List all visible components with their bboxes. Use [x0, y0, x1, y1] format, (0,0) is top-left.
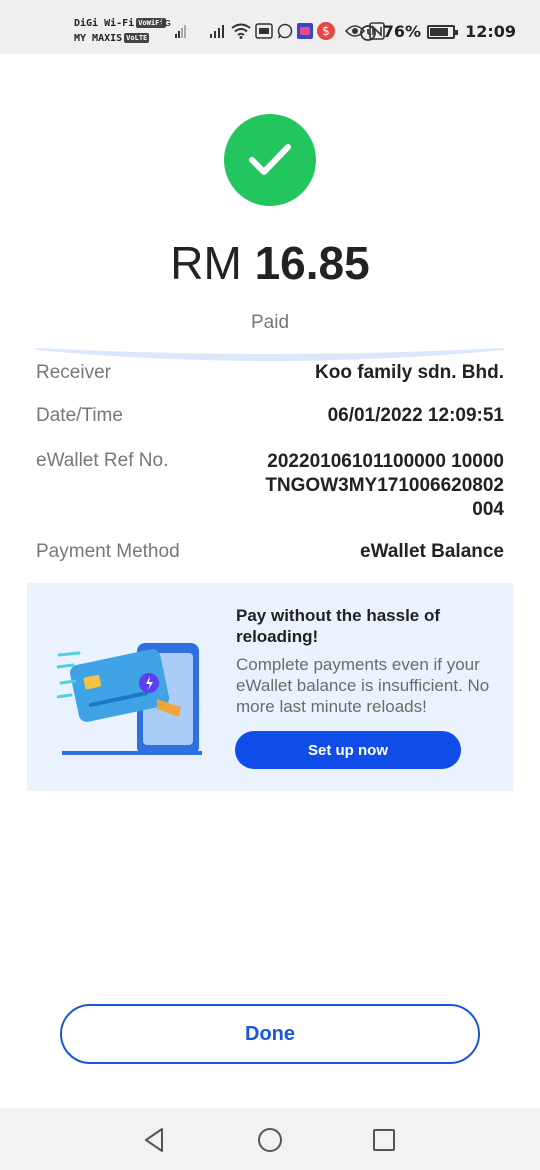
promo-description: Complete payments even if your eWallet b…	[236, 655, 490, 716]
datetime-value: 06/01/2022 12:09:51	[327, 405, 504, 426]
currency: RM	[170, 237, 242, 289]
carrier-info: DiGi Wi-Fi VoWiFi MY MAXIS VoLTE	[74, 16, 166, 46]
svg-text:$: $	[322, 24, 330, 38]
amount-value: 16.85	[254, 237, 370, 289]
method-label: Payment Method	[36, 541, 180, 562]
signal-icon-2	[209, 25, 224, 38]
datetime-label: Date/Time	[36, 405, 123, 426]
ref-row: eWallet Ref No. 20220106101100000 10000T…	[36, 450, 504, 522]
carrier1-name: DiGi Wi-Fi	[74, 18, 135, 29]
home-nav-icon[interactable]	[256, 1126, 284, 1154]
payment-amount: RM 16.85	[0, 236, 540, 290]
ref-value: 20220106101100000 10000TNGOW3MY171006620…	[265, 451, 504, 520]
promo-banner: Pay without the hassle of reloading! Com…	[27, 583, 513, 791]
battery-icon	[427, 24, 459, 39]
back-nav-icon[interactable]	[140, 1126, 168, 1154]
receiver-label: Receiver	[36, 362, 111, 383]
dollar-app-icon: $	[316, 22, 335, 40]
alarm-icon	[359, 24, 376, 41]
card-phone-illustration	[57, 643, 202, 755]
set-up-now-button[interactable]: Set up now	[235, 731, 461, 769]
datetime-row: Date/Time 06/01/2022 12:09:51	[36, 405, 504, 427]
app-notification-icon	[254, 23, 273, 39]
status-icons: 4G $	[160, 19, 385, 43]
wifi-icon	[231, 23, 251, 39]
payment-success-screen: DiGi Wi-Fi VoWiFi MY MAXIS VoLTE 4G $ 76% …	[0, 0, 540, 1170]
network-type: 4G	[160, 19, 171, 28]
carrier2-tag: VoLTE	[124, 33, 150, 43]
receiver-value: Koo family sdn. Bhd.	[315, 362, 504, 383]
news-app-icon	[296, 23, 313, 39]
success-check-icon	[224, 114, 316, 206]
carrier2-name: MY MAXIS	[74, 33, 123, 44]
recents-nav-icon[interactable]	[370, 1126, 398, 1154]
promo-title: Pay without the hassle of reloading!	[236, 606, 441, 646]
signal-icon	[174, 25, 186, 38]
payment-status: Paid	[250, 312, 290, 333]
whatsapp-icon	[277, 23, 292, 39]
battery-percent: 76%	[382, 22, 422, 41]
ref-label: eWallet Ref No.	[36, 450, 169, 471]
receiver-row: Receiver Koo family sdn. Bhd.	[36, 362, 504, 384]
method-row: Payment Method eWallet Balance	[36, 541, 504, 563]
status-bar: DiGi Wi-Fi VoWiFi MY MAXIS VoLTE 4G $ 76% …	[0, 0, 540, 54]
done-button[interactable]: Done	[60, 1004, 480, 1064]
method-value: eWallet Balance	[360, 541, 504, 562]
status-right: 76% 12:09	[359, 22, 516, 41]
clock: 12:09	[465, 22, 516, 41]
system-nav-bar	[0, 1108, 540, 1170]
